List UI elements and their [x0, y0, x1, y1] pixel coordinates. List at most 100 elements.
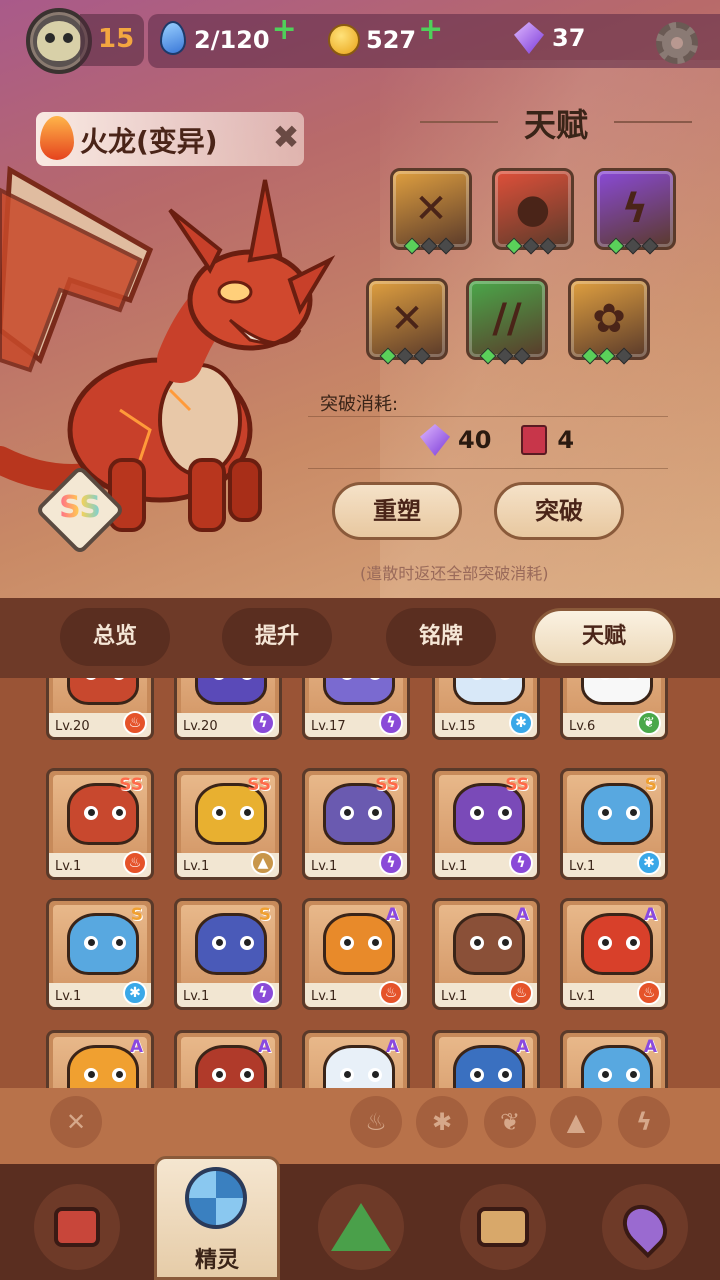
fire-element-icon: [40, 116, 74, 160]
pet-card[interactable]: S Lv.1 ✱: [46, 898, 154, 1010]
add-coin-icon[interactable]: +: [418, 12, 443, 47]
pet-portrait: [567, 678, 661, 715]
pet-card[interactable]: SS Lv.1 ▲: [174, 768, 282, 880]
pet-card[interactable]: Lv.20 ♨: [46, 678, 154, 740]
pet-rank: SS: [505, 775, 529, 795]
talent-slot[interactable]: ✕: [366, 278, 448, 360]
grass-slash-icon: //: [492, 296, 522, 342]
pet-eye: [470, 936, 484, 950]
pet-card[interactable]: Lv.17 ϟ: [302, 678, 410, 740]
coin-resource[interactable]: 527 +: [328, 12, 443, 57]
coin-value: 527: [366, 25, 417, 54]
pet-creature: [195, 913, 267, 975]
talent-level-dot: [607, 237, 625, 255]
gear-icon[interactable]: [656, 22, 698, 64]
title-ornament-right: [614, 121, 692, 123]
talent-level-dot: [624, 237, 642, 255]
pet-card[interactable]: A Lv.1 ♨: [302, 898, 410, 1010]
stamina-resource[interactable]: 2/120 +: [160, 12, 297, 57]
reset-button[interactable]: 重塑: [332, 482, 462, 540]
pet-creature: [581, 678, 653, 705]
pet-card[interactable]: A Lv.1 ♨: [560, 898, 668, 1010]
talent-level-dot: [641, 237, 659, 255]
pet-eye: [212, 806, 226, 820]
pet-card[interactable]: Lv.20 ϟ: [174, 678, 282, 740]
pet-eye: [498, 678, 512, 680]
pet-level: Lv.6: [569, 719, 596, 734]
backpack-nav[interactable]: [34, 1184, 120, 1270]
tab-overview[interactable]: 总览: [60, 608, 170, 666]
pet-creature: [67, 1045, 139, 1088]
pet-creature: [323, 913, 395, 975]
talent-slot[interactable]: ✿: [568, 278, 650, 360]
pet-level: Lv.1: [569, 989, 596, 1004]
tab-nameplate[interactable]: 铭牌: [386, 608, 496, 666]
talent-slot[interactable]: //: [466, 278, 548, 360]
talent-level-dot: [522, 237, 540, 255]
pet-card[interactable]: A: [432, 1030, 540, 1088]
pet-eye: [626, 806, 640, 820]
pet-creature: [323, 1045, 395, 1088]
pet-card[interactable]: A Lv.1 ♨: [432, 898, 540, 1010]
pet-card[interactable]: SS Lv.1 ϟ: [432, 768, 540, 880]
talent-slot[interactable]: ϟ: [594, 168, 676, 250]
pet-portrait: [181, 678, 275, 715]
pet-card[interactable]: Lv.15 ✱: [432, 678, 540, 740]
talent-slot[interactable]: ●: [492, 168, 574, 250]
pet-card[interactable]: S Lv.1 ϟ: [174, 898, 282, 1010]
pet-creature: [453, 913, 525, 975]
fire-element-icon: ♨: [123, 851, 147, 875]
pet-rank: S: [644, 775, 657, 795]
refund-note: (遣散时返还全部突破消耗): [360, 564, 549, 583]
fire-filter-icon[interactable]: ♨: [350, 1096, 402, 1148]
breakthrough-button[interactable]: 突破: [494, 482, 624, 540]
pet-eye: [240, 678, 254, 680]
pet-card[interactable]: SS Lv.1 ϟ: [302, 768, 410, 880]
player-level: 15: [98, 24, 135, 54]
fire-element-icon: ♨: [379, 981, 403, 1005]
electric-filter-icon[interactable]: ϟ: [618, 1096, 670, 1148]
pet-card[interactable]: A: [174, 1030, 282, 1088]
pet-card[interactable]: Lv.6 ❦: [560, 678, 668, 740]
pet-level: Lv.1: [311, 859, 338, 874]
earth-filter-icon[interactable]: ▲: [550, 1096, 602, 1148]
earth-element-icon: ▲: [251, 851, 275, 875]
pet-card[interactable]: A: [302, 1030, 410, 1088]
pet-level: Lv.1: [311, 989, 338, 1004]
close-icon[interactable]: ✖: [270, 121, 302, 153]
pet-level: Lv.20: [183, 719, 218, 734]
spirit-nav[interactable]: [176, 1158, 256, 1238]
ice-filter-icon[interactable]: ✱: [416, 1096, 468, 1148]
ice-element-icon: ✱: [123, 981, 147, 1005]
talent-slot[interactable]: ✕: [390, 168, 472, 250]
elec-element-icon: ϟ: [379, 711, 403, 735]
clear-filter-icon[interactable]: ✕: [50, 1096, 102, 1148]
explore-nav[interactable]: [318, 1184, 404, 1270]
add-stamina-icon[interactable]: +: [272, 12, 297, 47]
pet-card[interactable]: A: [560, 1030, 668, 1088]
pet-card[interactable]: S Lv.1 ✱: [560, 768, 668, 880]
tab-talent[interactable]: 天赋: [532, 608, 676, 666]
pet-card[interactable]: A: [46, 1030, 154, 1088]
claw-slash-icon: ✕: [414, 186, 448, 232]
talent-level-dot: [479, 347, 497, 365]
pet-rank: SS: [119, 775, 143, 795]
talent-level-dots: [581, 347, 633, 365]
talent-level-dot: [615, 347, 633, 365]
map-nav[interactable]: [602, 1184, 688, 1270]
backpack-icon: [54, 1207, 100, 1247]
pet-rank: A: [257, 1037, 271, 1057]
pet-level: Lv.1: [441, 859, 468, 874]
tab-upgrade[interactable]: 提升: [222, 608, 332, 666]
pet-eye: [112, 678, 126, 680]
pet-eye: [84, 1068, 98, 1082]
chest-nav[interactable]: [460, 1184, 546, 1270]
pet-rank: A: [643, 1037, 657, 1057]
talent-level-dot: [539, 237, 557, 255]
pet-portrait: [309, 678, 403, 715]
grass-filter-icon[interactable]: ❦: [484, 1096, 536, 1148]
ice-element-icon: ✱: [509, 711, 533, 735]
spirit-nav-label: 精灵: [194, 1248, 239, 1273]
talent-level-dots: [403, 237, 455, 255]
pet-card[interactable]: SS Lv.1 ♨: [46, 768, 154, 880]
